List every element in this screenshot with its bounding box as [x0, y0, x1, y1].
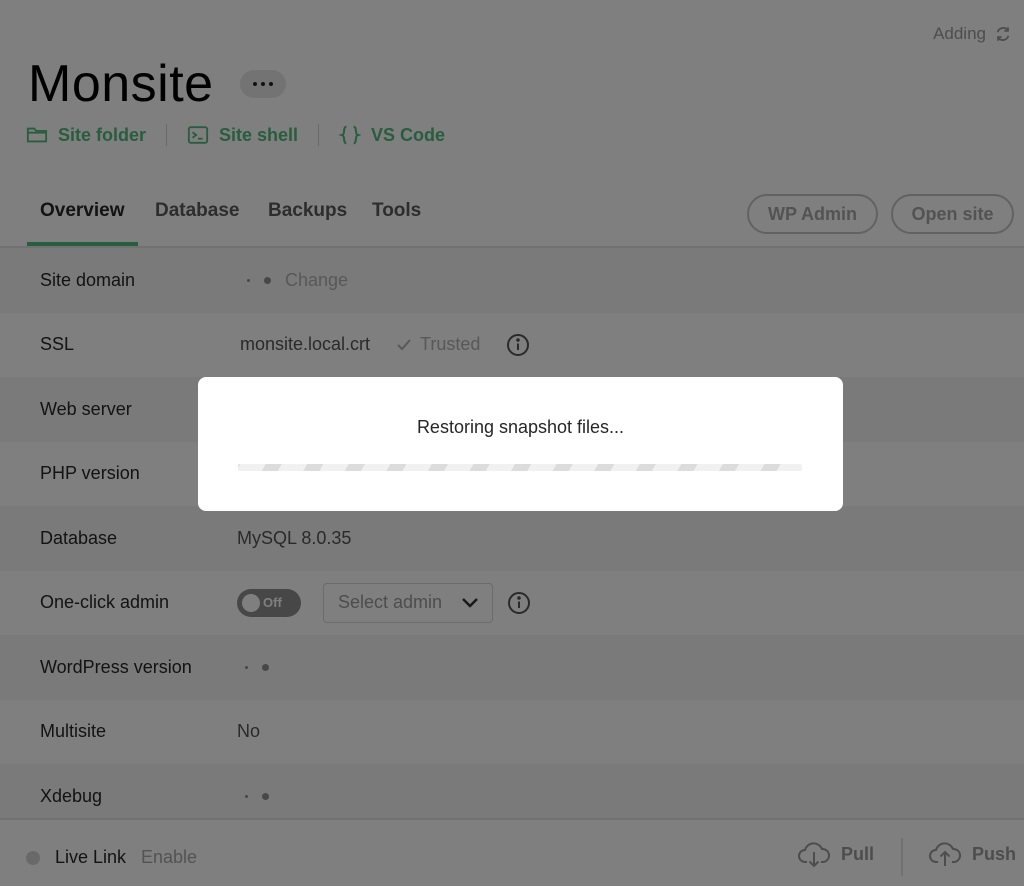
restore-progress-dialog: Restoring snapshot files... [198, 377, 843, 511]
restore-progress-message: Restoring snapshot files... [416, 417, 625, 437]
restore-progress-bar [238, 464, 802, 471]
modal-overlay: Restoring snapshot files... [0, 0, 1024, 886]
